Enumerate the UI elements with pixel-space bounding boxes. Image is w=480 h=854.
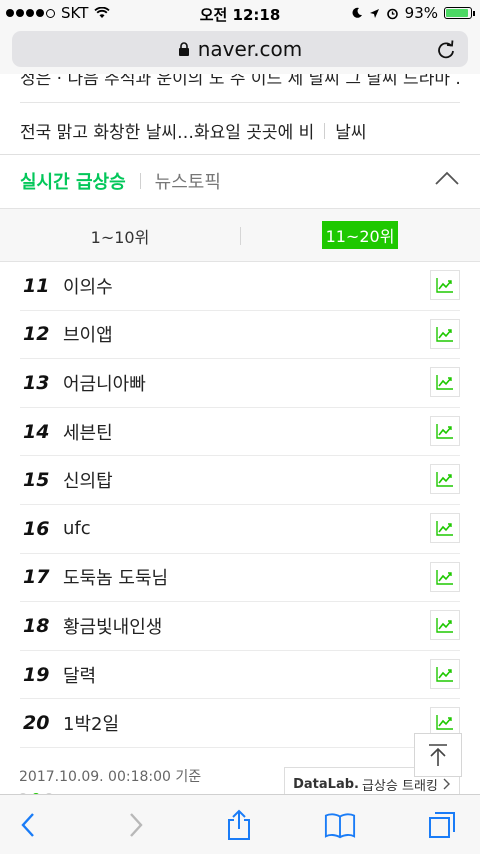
browser-address-area: naver.com bbox=[0, 26, 480, 74]
trend-chart-icon bbox=[436, 326, 453, 342]
rank-number: 17 bbox=[23, 566, 50, 589]
status-right: 93% bbox=[351, 4, 475, 22]
ranking-tabs: 실시간 급상승 뉴스토픽 bbox=[20, 168, 221, 194]
weather-headline-row[interactable]: 전국 맑고 화창한 날씨…화요일 곳곳에 비 날씨 bbox=[20, 118, 367, 143]
back-button[interactable] bbox=[12, 809, 44, 841]
tab-realtime[interactable]: 실시간 급상승 bbox=[20, 168, 126, 194]
rank-number: 13 bbox=[23, 371, 50, 394]
rank-term: 이의수 bbox=[63, 276, 113, 298]
rank-term: 어금니아빠 bbox=[63, 373, 146, 395]
trend-chart-icon bbox=[436, 375, 453, 390]
rank-number: 14 bbox=[23, 420, 50, 443]
trend-chart-icon bbox=[436, 472, 453, 488]
rank-number: 16 bbox=[23, 517, 50, 540]
datalab-brand: DataLab. bbox=[293, 776, 359, 792]
trend-chart-button[interactable] bbox=[430, 367, 460, 398]
alarm-icon bbox=[386, 8, 398, 19]
range-11-20-button[interactable]: 11~20위 bbox=[322, 221, 398, 249]
rank-row[interactable]: 19 달력 bbox=[20, 651, 460, 700]
rank-number: 15 bbox=[23, 469, 50, 492]
rank-number: 12 bbox=[23, 323, 50, 346]
trend-chart-button[interactable] bbox=[430, 415, 460, 446]
lock-icon bbox=[178, 41, 189, 56]
rank-row[interactable]: 20 1박2일 bbox=[20, 699, 460, 748]
datalab-label: 급상승 트래킹 bbox=[361, 778, 438, 794]
battery-fill bbox=[446, 9, 469, 17]
tab-news-topic[interactable]: 뉴스토픽 bbox=[155, 168, 221, 194]
headline-divider bbox=[20, 102, 460, 103]
range-divider bbox=[240, 227, 241, 245]
chevron-right-icon bbox=[443, 778, 450, 790]
rank-term: 1박2일 bbox=[63, 714, 120, 736]
trend-chart-icon bbox=[436, 618, 453, 633]
headline-separator bbox=[324, 122, 326, 139]
range-1-10-button[interactable]: 1~10위 bbox=[0, 224, 240, 248]
rank-row[interactable]: 14 세븐틴 bbox=[20, 408, 460, 457]
rank-term: 신의탑 bbox=[63, 471, 113, 493]
ranking-list: 11 이의수 12 브이앱 13 어금니아빠 14 세븐틴 15 신의탑 16 … bbox=[20, 262, 460, 748]
battery-percent: 93% bbox=[404, 4, 438, 22]
trend-chart-icon bbox=[436, 569, 453, 585]
trend-chart-icon bbox=[436, 278, 453, 293]
chevron-right-icon bbox=[130, 813, 143, 837]
rank-range-selector: 1~10위 11~20위 bbox=[0, 208, 480, 262]
share-button[interactable] bbox=[223, 809, 255, 841]
trend-chart-icon bbox=[436, 666, 453, 682]
rank-row[interactable]: 13 어금니아빠 bbox=[20, 359, 460, 408]
trend-chart-button[interactable] bbox=[430, 512, 460, 543]
ranking-timestamp: 2017.10.09. 00:18:00 기준 bbox=[19, 769, 202, 785]
trend-chart-icon bbox=[436, 423, 453, 439]
trend-chart-button[interactable] bbox=[430, 270, 460, 300]
location-arrow-icon bbox=[369, 8, 379, 18]
address-domain: naver.com bbox=[197, 37, 303, 61]
rank-row[interactable]: 15 신의탑 bbox=[20, 456, 460, 505]
rank-row[interactable]: 16 ufc bbox=[20, 505, 460, 554]
trend-chart-button[interactable] bbox=[430, 318, 460, 349]
tabs-icon bbox=[429, 812, 455, 838]
trend-chart-icon bbox=[436, 715, 453, 731]
rank-number: 20 bbox=[23, 712, 50, 735]
reload-icon[interactable] bbox=[436, 39, 456, 59]
book-icon bbox=[324, 813, 356, 839]
weather-headline: 전국 맑고 화창한 날씨…화요일 곳곳에 비 bbox=[20, 123, 315, 143]
browser-toolbar bbox=[0, 794, 480, 854]
forward-button[interactable] bbox=[120, 809, 152, 841]
rank-term: 도둑놈 도둑님 bbox=[63, 568, 169, 590]
battery-icon bbox=[444, 7, 475, 19]
trend-chart-icon bbox=[436, 520, 453, 536]
trend-chart-button[interactable] bbox=[430, 658, 460, 689]
section-divider bbox=[0, 154, 480, 155]
status-bar: SKT 오전 12:18 93% bbox=[0, 0, 480, 26]
rank-number: 19 bbox=[23, 663, 50, 686]
weather-tag: 날씨 bbox=[335, 123, 367, 143]
rank-term: ufc bbox=[63, 518, 91, 540]
truncated-headline[interactable]: 정은 · 다음 추석과 운이의 도 주 이드 제 날씨 그 날씨 드라마 ... bbox=[20, 74, 460, 96]
rank-number: 18 bbox=[23, 614, 50, 637]
trend-chart-button[interactable] bbox=[430, 610, 460, 641]
share-icon bbox=[228, 809, 250, 840]
trend-chart-button[interactable] bbox=[430, 561, 460, 592]
moon-icon bbox=[352, 7, 362, 18]
arrow-up-icon bbox=[429, 744, 447, 766]
rank-term: 브이앱 bbox=[63, 325, 113, 347]
trend-chart-button[interactable] bbox=[430, 464, 460, 495]
address-bar[interactable]: naver.com bbox=[12, 31, 468, 67]
rank-row[interactable]: 11 이의수 bbox=[20, 262, 460, 311]
rank-term: 황금빛내인생 bbox=[63, 616, 163, 638]
tabs-button[interactable] bbox=[426, 809, 458, 841]
rank-term: 달력 bbox=[63, 665, 97, 687]
chevron-up-icon[interactable] bbox=[434, 170, 460, 186]
bookmarks-button[interactable] bbox=[324, 809, 356, 841]
rank-row[interactable]: 18 황금빛내인생 bbox=[20, 602, 460, 651]
rank-term: 세븐틴 bbox=[63, 422, 113, 444]
chevron-left-icon bbox=[21, 813, 34, 837]
tab-divider bbox=[139, 173, 141, 189]
rank-row[interactable]: 17 도둑놈 도둑님 bbox=[20, 554, 460, 603]
rank-row[interactable]: 12 브이앱 bbox=[20, 311, 460, 360]
rank-number: 11 bbox=[23, 274, 50, 297]
scroll-to-top-button[interactable] bbox=[414, 733, 462, 777]
